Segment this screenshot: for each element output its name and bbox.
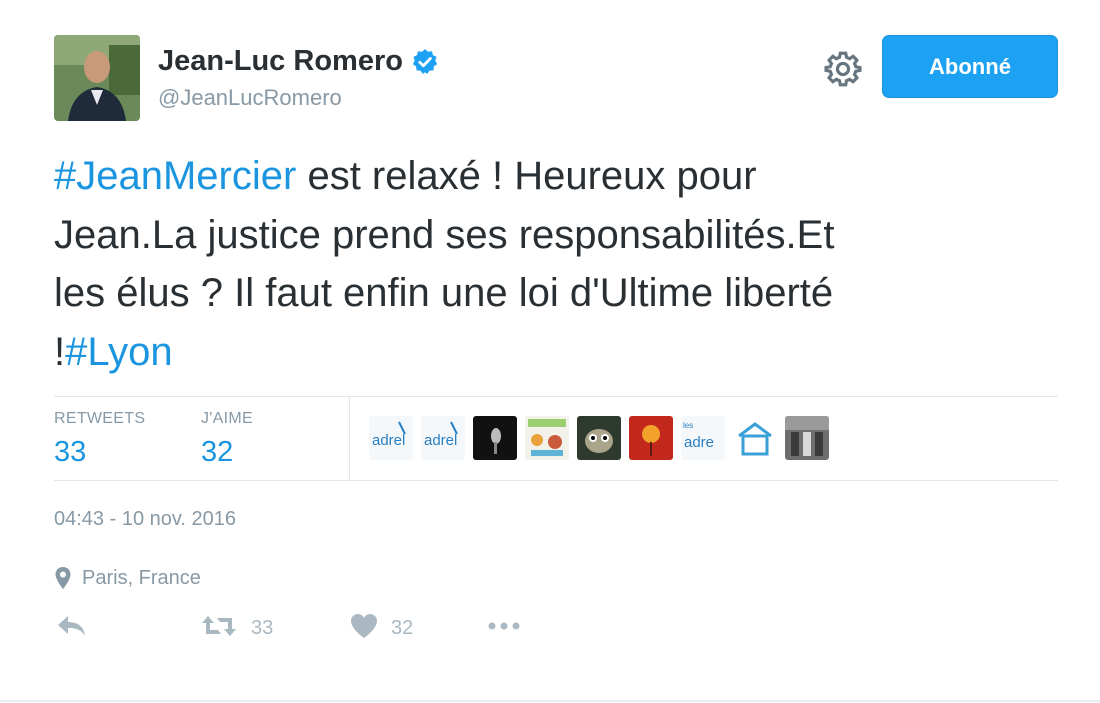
svg-text:adre: adre	[684, 434, 714, 451]
tweet-text-segment: Jean.La justice prend ses responsabilité…	[54, 212, 835, 257]
adrel-logo-avatar[interactable]: adrel	[421, 416, 465, 460]
tweet-text-segment: est relaxé ! Heureux pour	[296, 154, 757, 198]
colorful-illustration-avatar[interactable]	[525, 416, 569, 460]
likes-count[interactable]: 32	[201, 436, 253, 469]
likes-label: J'AIME	[201, 410, 253, 427]
reply-button[interactable]	[54, 612, 88, 645]
retweet-icon	[199, 612, 239, 645]
stats-separator	[349, 397, 350, 480]
author-avatar[interactable]	[54, 35, 140, 121]
adrel-logo-avatar[interactable]: adrel	[369, 416, 413, 460]
gear-icon[interactable]	[824, 50, 862, 88]
like-button[interactable]: 32	[349, 612, 413, 645]
likers-avatar-list: adrel adrel les adre	[369, 416, 829, 460]
stats-top-divider	[54, 396, 1058, 397]
svg-text:adrel: adrel	[372, 432, 405, 449]
retweets-count[interactable]: 33	[54, 436, 145, 469]
retweet-count: 33	[251, 617, 274, 639]
building-photo-avatar[interactable]	[785, 416, 829, 460]
svg-text:les: les	[683, 421, 693, 430]
more-button[interactable]	[486, 612, 522, 645]
cartoon-dog-avatar[interactable]	[577, 416, 621, 460]
hashtag-link[interactable]: #JeanMercier	[54, 154, 296, 198]
retweets-stat[interactable]: RETWEETS 33	[54, 410, 145, 469]
tweet-timestamp[interactable]: 04:43 - 10 nov. 2016	[54, 508, 236, 531]
tweet-text-segment: !	[54, 329, 66, 374]
author-handle[interactable]: @JeanLucRomero	[158, 85, 342, 111]
more-dots-icon	[486, 612, 522, 645]
tweet-text-segment: les élus ? Il faut enfin une loi d'Ultim…	[54, 271, 834, 315]
like-count: 32	[391, 617, 414, 639]
dark-photo-avatar[interactable]	[473, 416, 517, 460]
hashtag-link[interactable]: #Lyon	[65, 330, 173, 374]
tweet-text: #JeanMercier est relaxé ! Heureux pour J…	[54, 147, 1054, 381]
likes-stat[interactable]: J'AIME 32	[201, 410, 253, 469]
adrel-logo-avatar[interactable]: les adre	[681, 416, 725, 460]
follow-button[interactable]: Abonné	[882, 35, 1058, 98]
bottom-border	[0, 700, 1100, 702]
stats-bottom-divider	[54, 480, 1058, 481]
svg-text:adrel: adrel	[424, 432, 457, 449]
verified-badge-icon	[411, 48, 439, 76]
heart-icon	[349, 612, 379, 645]
location-pin-icon	[54, 566, 72, 590]
house-logo-avatar[interactable]	[733, 416, 777, 460]
author-name[interactable]: Jean-Luc Romero	[158, 45, 403, 78]
retweets-label: RETWEETS	[54, 410, 146, 427]
red-flower-avatar[interactable]	[629, 416, 673, 460]
retweet-button[interactable]: 33	[199, 612, 273, 645]
tweet-location[interactable]: Paris, France	[54, 566, 201, 590]
location-text: Paris, France	[82, 566, 201, 589]
reply-icon	[54, 612, 88, 645]
